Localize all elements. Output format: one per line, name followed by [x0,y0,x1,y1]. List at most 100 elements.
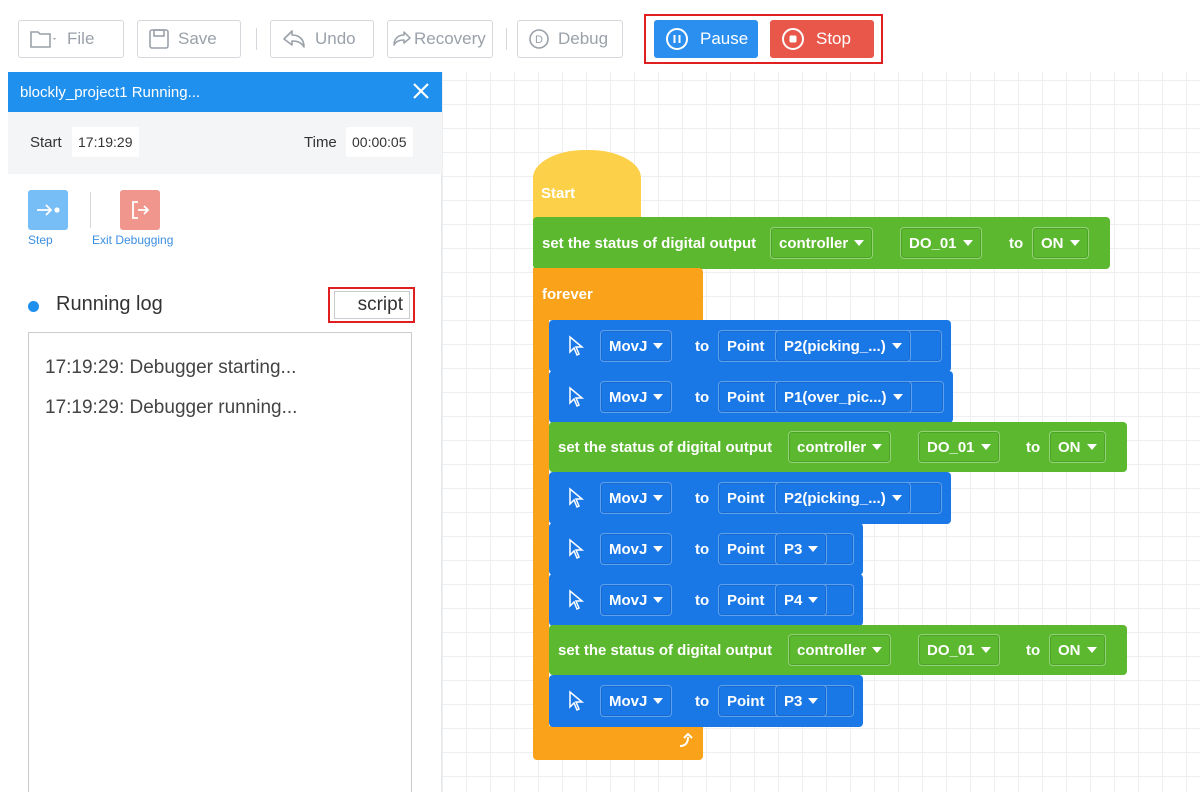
point-dropdown[interactable]: P4 [775,584,828,616]
undo-label: Undo [315,29,356,48]
forever-block-arm [533,318,549,730]
point-label: Point [727,337,765,355]
point-dropdown[interactable]: P3 [775,533,828,565]
close-icon[interactable] [410,80,432,102]
save-button[interactable]: Save [137,20,241,58]
pointer-icon [569,335,585,357]
running-log-box[interactable]: 17:19:29: Debugger starting... 17:19:29:… [28,332,412,792]
motion-type-dropdown[interactable]: MovJ [600,381,673,413]
save-icon [149,29,169,49]
on-value: ON [1058,438,1081,456]
file-label: File [67,29,95,48]
run-info-row: Start 17:19:29 Time 00:00:05 [8,112,442,174]
chevron-down-icon [854,240,865,246]
do-port-dropdown[interactable]: DO_01 [918,431,1000,463]
do-port-value: DO_01 [927,438,975,456]
to-text: to [695,541,710,558]
chevron-down-icon [872,647,883,653]
to-text: to [1026,642,1041,659]
chevron-down-icon [1069,240,1080,246]
pointer-icon [569,690,585,712]
toolbar: File Save Undo Recovery D Debug Pause St… [0,0,1200,72]
recovery-button[interactable]: Recovery [387,20,493,58]
loop-arrow-icon [679,732,693,747]
motion-type-dropdown[interactable]: MovJ [600,685,673,717]
controller-value: controller [797,641,867,659]
motion-type-dropdown[interactable]: MovJ [600,482,673,514]
controller-dropdown[interactable]: controller [788,431,892,463]
chevron-down-icon [891,343,902,349]
on-dropdown[interactable]: ON [1032,227,1089,259]
chevron-down-icon [653,698,664,704]
start-label: Start [30,134,62,151]
exit-icon [132,201,150,219]
step-button[interactable] [28,190,68,230]
pause-button[interactable]: Pause [654,20,758,58]
chevron-down-icon [980,444,991,450]
set-do-text: set the status of digital output [558,642,773,659]
controller-value: controller [797,438,867,456]
chevron-down-icon [653,394,664,400]
on-value: ON [1058,641,1081,659]
do-port-value: DO_01 [927,641,975,659]
chevron-down-icon [980,647,991,653]
to-text: to [695,693,710,710]
step-label: Step [28,233,53,247]
point-dropdown[interactable]: P2(picking_...) [775,482,911,514]
debug-label: Debug [558,29,609,48]
debug-button[interactable]: D Debug [517,20,623,58]
point-value: P4 [784,591,803,609]
point-dropdown[interactable]: P1(over_pic...) [775,381,912,413]
chevron-down-icon [653,546,664,552]
point-value: P2(picking_...) [784,337,886,355]
on-dropdown[interactable]: ON [1049,431,1106,463]
panel-title: blockly_project1 Running... [20,83,201,101]
exit-debugging-label: Exit Debugging [92,233,174,247]
exit-debugging-button[interactable] [120,190,160,230]
motion-type-dropdown[interactable]: MovJ [600,533,673,565]
log-line: 17:19:29: Debugger starting... [45,357,297,378]
to-text: to [1009,235,1024,252]
time-value: 00:00:05 [346,127,413,157]
log-dot-icon [28,301,39,312]
motion-type-value: MovJ [609,591,648,609]
motion-type-dropdown[interactable]: MovJ [600,330,673,362]
do-port-dropdown[interactable]: DO_01 [918,634,1000,666]
set-do-text: set the status of digital output [542,235,757,252]
pause-label: Pause [700,29,749,48]
point-dropdown[interactable]: P3 [775,685,828,717]
motion-type-value: MovJ [609,692,648,710]
motion-type-dropdown[interactable]: MovJ [600,584,673,616]
controller-dropdown[interactable]: controller [770,227,874,259]
chevron-down-icon [808,546,819,552]
point-label: Point [727,692,765,710]
file-button[interactable]: File [18,20,124,58]
pause-icon [666,28,688,50]
on-dropdown[interactable]: ON [1049,634,1106,666]
script-button[interactable]: script [334,291,410,319]
point-dropdown[interactable]: P2(picking_...) [775,330,911,362]
panel-header: blockly_project1 Running... [8,72,442,112]
do-port-dropdown[interactable]: DO_01 [900,227,982,259]
redo-icon [393,31,411,46]
chevron-down-icon [892,394,903,400]
pointer-icon [569,589,585,611]
undo-button[interactable]: Undo [270,20,374,58]
chevron-down-icon [1086,647,1097,653]
pointer-icon [569,538,585,560]
controller-dropdown[interactable]: controller [788,634,892,666]
to-text: to [695,338,710,355]
stop-button[interactable]: Stop [770,20,874,58]
on-value: ON [1041,234,1064,252]
undo-icon [283,30,305,48]
recovery-label: Recovery [414,29,486,48]
point-label: Point [727,540,765,558]
chevron-down-icon [808,597,819,603]
step-icon [37,204,60,216]
chevron-down-icon [891,495,902,501]
forever-label: forever [542,286,593,303]
to-text: to [695,592,710,609]
to-text: to [695,490,710,507]
stop-label: Stop [816,29,851,48]
chevron-down-icon [808,698,819,704]
